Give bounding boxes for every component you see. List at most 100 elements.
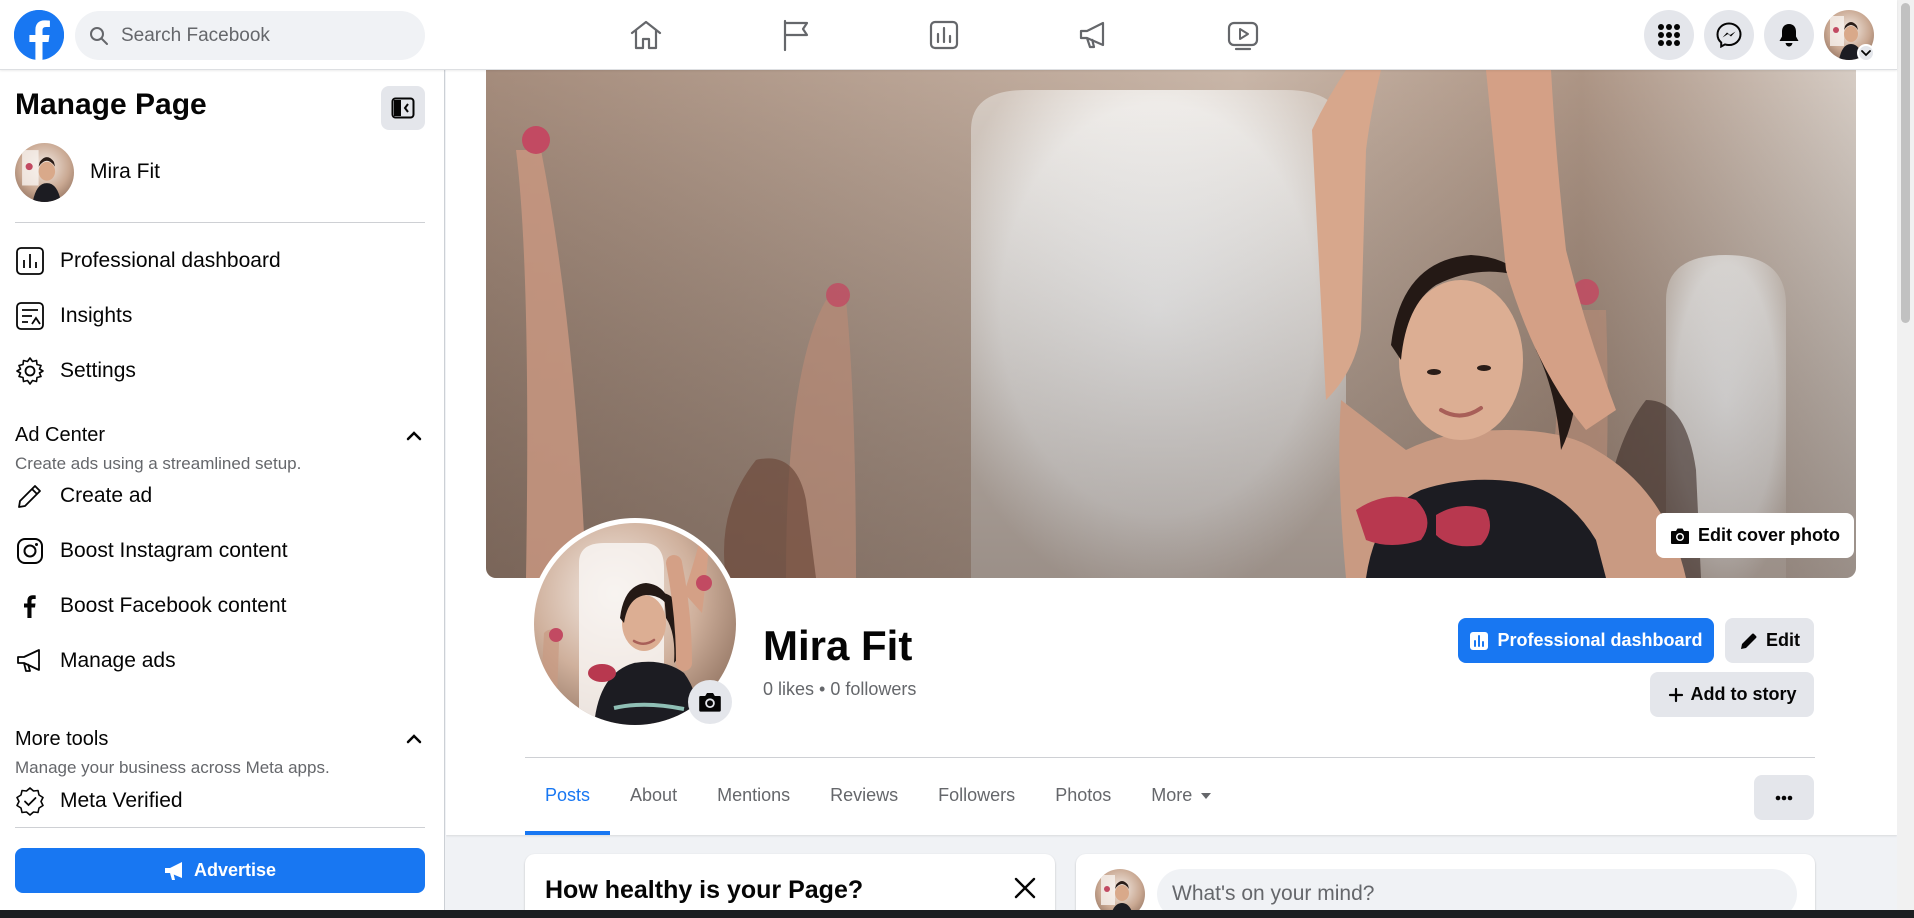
megaphone-icon bbox=[164, 861, 182, 880]
ad-center-heading[interactable]: Ad Center bbox=[15, 424, 105, 447]
facebook-logo-icon[interactable] bbox=[14, 10, 64, 60]
flag-icon bbox=[783, 19, 809, 52]
sidebar-item-insights[interactable]: Insights bbox=[14, 296, 132, 336]
tab-label: Posts bbox=[545, 785, 591, 805]
ellipsis-icon bbox=[1775, 795, 1793, 800]
divider bbox=[15, 222, 425, 223]
sidebar-item-label: Professional dashboard bbox=[60, 249, 281, 272]
camera-icon bbox=[1670, 528, 1689, 544]
sidebar-title: Manage Page bbox=[15, 88, 207, 121]
megaphone-icon bbox=[14, 645, 46, 677]
menu-grid-icon bbox=[1658, 24, 1680, 46]
sidebar-item-create-ad[interactable]: Create ad bbox=[14, 476, 152, 516]
notifications-button[interactable] bbox=[1764, 10, 1814, 60]
page-main-content: Edit cover photo Mira Fit 0 likes • 0 fo… bbox=[446, 70, 1897, 910]
tab-mentions[interactable]: Mentions bbox=[697, 758, 810, 833]
insights-icon bbox=[929, 20, 959, 50]
whats-on-your-mind-input[interactable] bbox=[1157, 869, 1797, 910]
composer-avatar[interactable] bbox=[1095, 869, 1145, 910]
tab-photos[interactable]: Photos bbox=[1035, 758, 1131, 833]
search-input[interactable] bbox=[121, 24, 401, 47]
facebook-icon bbox=[14, 590, 46, 622]
edit-cover-label: Edit cover photo bbox=[1697, 525, 1840, 545]
camera-icon bbox=[699, 693, 721, 712]
page-header-panel: Edit cover photo Mira Fit 0 likes • 0 fo… bbox=[446, 70, 1897, 835]
tab-more[interactable]: More bbox=[1131, 758, 1232, 833]
chevron-up-icon bbox=[406, 431, 422, 441]
edit-label: Edit bbox=[1766, 630, 1800, 650]
sidebar-item-meta-verified[interactable]: Meta Verified bbox=[14, 781, 183, 821]
account-menu-caret[interactable] bbox=[1857, 44, 1875, 62]
cover-photo[interactable]: Edit cover photo bbox=[486, 70, 1856, 578]
more-tools-heading[interactable]: More tools bbox=[15, 728, 108, 751]
sidebar-toggle-icon bbox=[391, 97, 415, 119]
page-title: Mira Fit bbox=[763, 622, 913, 669]
messenger-icon bbox=[1716, 22, 1742, 48]
tab-followers[interactable]: Followers bbox=[918, 758, 1035, 833]
update-profile-picture-button[interactable] bbox=[688, 680, 732, 724]
verified-badge-icon bbox=[14, 785, 46, 817]
sidebar-item-label: Boost Facebook content bbox=[60, 594, 287, 617]
search-bar[interactable] bbox=[75, 11, 425, 60]
sidebar-item-label: Meta Verified bbox=[60, 789, 183, 812]
advertise-label: Advertise bbox=[193, 860, 277, 880]
page-scrollbar[interactable] bbox=[1897, 0, 1914, 910]
ads-nav-button[interactable] bbox=[1064, 12, 1124, 58]
sidebar-item-manage-ads[interactable]: Manage ads bbox=[14, 641, 176, 681]
menu-button[interactable] bbox=[1644, 10, 1694, 60]
add-to-story-label: Add to story bbox=[1690, 684, 1797, 704]
sidebar-item-label: Create ad bbox=[60, 484, 153, 507]
pages-nav-button[interactable] bbox=[766, 12, 826, 58]
tab-reviews[interactable]: Reviews bbox=[810, 758, 918, 833]
health-card-title: How healthy is your Page? bbox=[545, 876, 864, 904]
divider bbox=[15, 827, 425, 828]
sidebar-item-professional-dashboard[interactable]: Professional dashboard bbox=[14, 241, 281, 281]
sidebar-item-boost-facebook[interactable]: Boost Facebook content bbox=[14, 586, 286, 626]
sidebar-item-label: Boost Instagram content bbox=[60, 539, 288, 562]
video-nav-button[interactable] bbox=[1213, 12, 1273, 58]
page-switcher[interactable]: Mira Fit bbox=[15, 142, 160, 202]
edit-cover-photo-button[interactable]: Edit cover photo bbox=[1656, 513, 1854, 558]
tab-label: Followers bbox=[938, 785, 1016, 805]
close-icon bbox=[1014, 877, 1036, 899]
scrollbar-thumb[interactable] bbox=[1901, 3, 1910, 323]
more-tools-subtitle: Manage your business across Meta apps. bbox=[15, 758, 330, 777]
caret-down-icon bbox=[1201, 792, 1212, 799]
top-navigation-bar bbox=[0, 0, 1897, 70]
tab-label: More bbox=[1151, 785, 1193, 805]
tab-about[interactable]: About bbox=[610, 758, 697, 833]
page-name: Mira Fit bbox=[90, 160, 160, 183]
professional-dashboard-label: Professional dashboard bbox=[1497, 630, 1703, 650]
messenger-button[interactable] bbox=[1704, 10, 1754, 60]
search-icon bbox=[90, 26, 108, 45]
megaphone-icon bbox=[1079, 21, 1105, 49]
window-bottom-edge bbox=[0, 910, 1914, 918]
ad-center-collapse-button[interactable] bbox=[404, 426, 424, 446]
gear-icon bbox=[14, 355, 46, 387]
professional-dashboard-button[interactable]: Professional dashboard bbox=[1458, 618, 1714, 663]
home-nav-button[interactable] bbox=[616, 12, 676, 58]
sidebar-item-label: Settings bbox=[60, 359, 136, 382]
tab-label: About bbox=[630, 785, 678, 805]
collapse-sidebar-button[interactable] bbox=[381, 86, 425, 130]
sidebar-item-boost-instagram[interactable]: Boost Instagram content bbox=[14, 531, 288, 571]
post-composer bbox=[1076, 854, 1815, 910]
page-tabs: Posts About Mentions Reviews Followers P… bbox=[525, 758, 1232, 835]
more-tools-collapse-button[interactable] bbox=[404, 729, 424, 749]
page-avatar bbox=[15, 142, 74, 202]
advertise-button[interactable]: Advertise bbox=[15, 848, 425, 893]
pencil-icon bbox=[1741, 633, 1757, 649]
chevron-down-icon bbox=[1861, 50, 1871, 57]
ad-center-subtitle: Create ads using a streamlined setup. bbox=[15, 454, 302, 473]
plus-icon bbox=[1668, 687, 1683, 702]
page-likes-followers[interactable]: 0 likes • 0 followers bbox=[763, 679, 916, 700]
insights-icon bbox=[14, 300, 46, 332]
insights-nav-button[interactable] bbox=[914, 12, 974, 58]
more-options-button[interactable] bbox=[1754, 775, 1814, 820]
add-to-story-button[interactable]: Add to story bbox=[1650, 672, 1814, 717]
tab-posts[interactable]: Posts bbox=[525, 758, 611, 835]
sidebar-item-settings[interactable]: Settings bbox=[14, 351, 136, 391]
edit-page-button[interactable]: Edit bbox=[1725, 618, 1814, 663]
chevron-up-icon bbox=[406, 734, 422, 744]
close-health-card-button[interactable] bbox=[1009, 872, 1041, 904]
